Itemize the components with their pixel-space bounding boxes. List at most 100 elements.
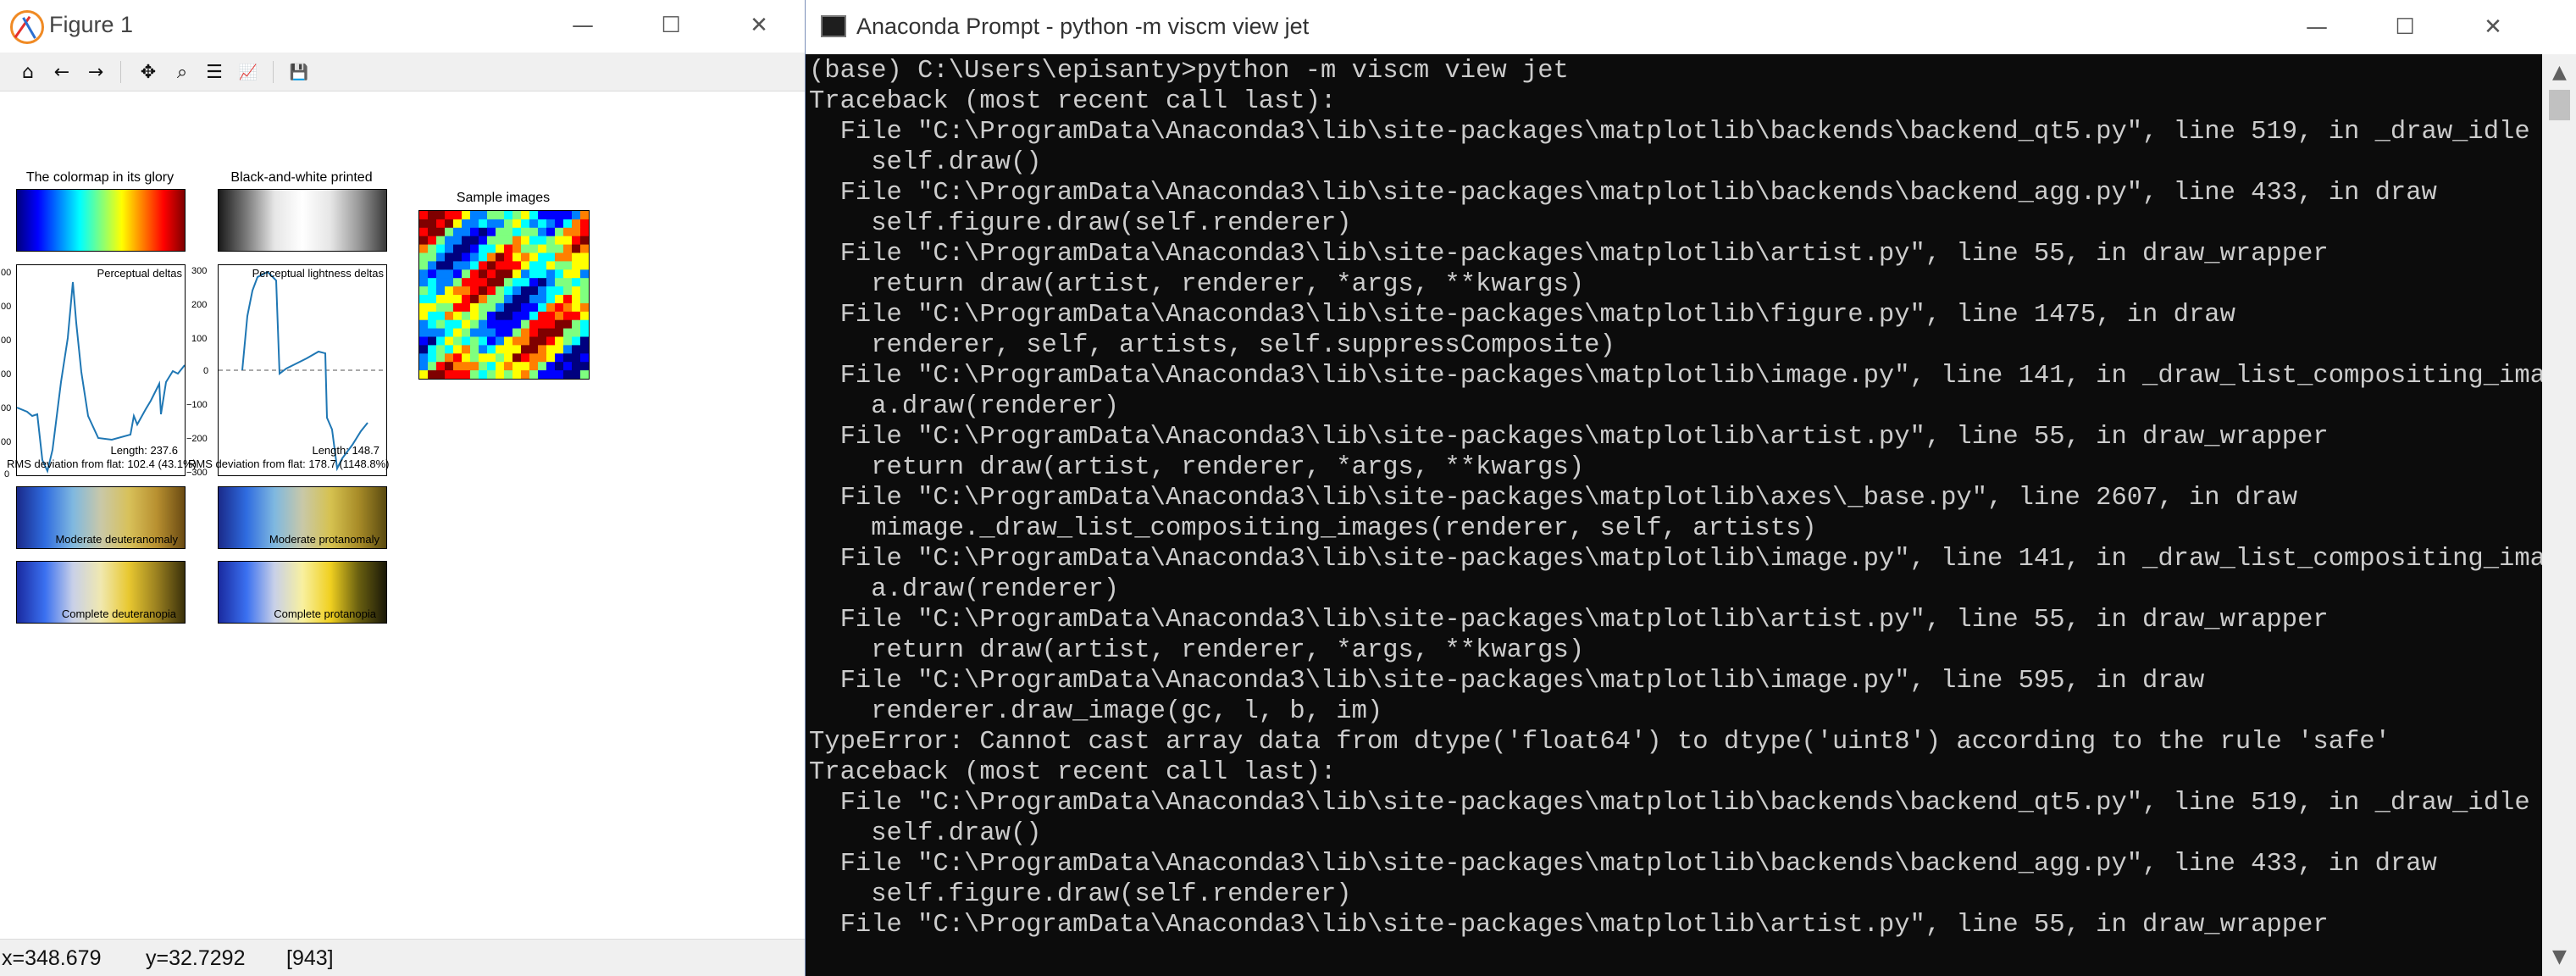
heatmap-cell: [462, 286, 471, 296]
heatmap-cell: [428, 219, 437, 229]
heatmap-cell: [462, 302, 471, 313]
heatmap-cell: [521, 252, 530, 262]
heatmap-cell: [470, 236, 479, 246]
figure-titlebar[interactable]: Figure 1 — ☐ ✕: [0, 0, 805, 53]
heatmap-cell: [479, 328, 488, 337]
heatmap-cell: [462, 295, 471, 304]
subplots-button[interactable]: ☰: [200, 58, 229, 86]
scroll-down-arrow-icon[interactable]: ▼: [2542, 940, 2576, 974]
heatmap-cell: [580, 236, 590, 246]
heatmap-cell: [521, 269, 530, 279]
move-icon: ✥: [140, 61, 157, 83]
heatmap-cell: [555, 236, 564, 246]
heatmap-cell: [538, 311, 547, 321]
heatmap-cell: [529, 286, 539, 296]
heatmap-cell: [428, 278, 437, 287]
heatmap-cell: [436, 328, 446, 337]
back-button[interactable]: ←: [47, 58, 76, 86]
heatmap-cell: [462, 345, 471, 354]
heatmap-cell: [563, 328, 573, 337]
heatmap-cell: [504, 236, 513, 246]
heatmap-cell: [445, 261, 454, 270]
heatmap-cell: [496, 227, 505, 237]
heatmap-cell: [521, 362, 530, 371]
heatmap-cell: [538, 362, 547, 371]
heatmap-cell: [479, 244, 488, 253]
heatmap-cell: [529, 269, 539, 279]
heatmap-cell: [496, 236, 505, 246]
heatmap-cell: [512, 353, 522, 363]
heatmap-cell: [512, 302, 522, 313]
heatmap-cell: [470, 311, 479, 321]
heatmap-cell: [453, 345, 463, 354]
terminal-minimize-button[interactable]: —: [2293, 8, 2341, 46]
heatmap-cell: [462, 319, 471, 330]
heatmap-cell: [445, 219, 454, 229]
heatmap-cell: [496, 278, 505, 287]
scrollbar-thumb[interactable]: [2549, 90, 2570, 120]
heatmap-cell: [546, 278, 556, 287]
heatmap-cell: [504, 211, 513, 220]
heatmap-cell: [436, 286, 446, 296]
heatmap-cell: [563, 319, 573, 330]
glory-panel-title: The colormap in its glory: [25, 170, 175, 185]
heatmap-cell: [445, 236, 454, 246]
heatmap-cell: [512, 295, 522, 304]
heatmap-cell: [572, 370, 581, 380]
heatmap-cell: [487, 269, 496, 279]
toolbar-separator: [273, 61, 274, 83]
perceptual-deltas-label: Perceptual deltas: [97, 267, 182, 280]
figure-maximize-button[interactable]: ☐: [647, 7, 695, 44]
heatmap-cell: [453, 336, 463, 346]
heatmap-cell: [512, 336, 522, 346]
terminal-scrollbar[interactable]: ▲ ▼: [2542, 54, 2576, 976]
zoom-button[interactable]: ⌕: [168, 58, 197, 86]
heatmap-cell: [512, 345, 522, 354]
heatmap-cell: [521, 295, 530, 304]
heatmap-cell: [555, 227, 564, 237]
heatmap-cell: [580, 311, 590, 321]
heatmap-cell: [453, 353, 463, 363]
terminal-titlebar[interactable]: Anaconda Prompt - python -m viscm view j…: [806, 0, 2576, 54]
heatmap-cell: [445, 353, 454, 363]
save-button[interactable]: 💾: [285, 58, 313, 86]
pan-button[interactable]: ✥: [134, 58, 163, 86]
heatmap-cell: [436, 227, 446, 237]
heatmap-cell: [462, 336, 471, 346]
heatmap-cell: [572, 211, 581, 220]
heatmap-cell: [428, 336, 437, 346]
figure-canvas[interactable]: The colormap in its glory Black-and-whit…: [0, 92, 805, 939]
heatmap-cell: [419, 261, 429, 270]
home-icon: ⌂: [22, 61, 34, 83]
figure-minimize-button[interactable]: —: [559, 7, 607, 44]
terminal-line: File "C:\ProgramData\Anaconda3\lib\site-…: [809, 362, 2542, 391]
heatmap-cell: [445, 302, 454, 313]
heatmap-cell: [529, 302, 539, 313]
terminal-output[interactable]: (base) C:\Users\episanty>python -m viscm…: [806, 54, 2542, 976]
heatmap-cell: [445, 278, 454, 287]
terminal-close-button[interactable]: ✕: [2469, 8, 2517, 46]
complete-protanopia-label: Complete protanopia: [274, 607, 376, 620]
forward-button[interactable]: →: [81, 58, 110, 86]
heatmap-cell: [487, 328, 496, 337]
heatmap-cell: [487, 278, 496, 287]
scroll-up-arrow-icon[interactable]: ▲: [2542, 56, 2576, 90]
terminal-line: File "C:\ProgramData\Anaconda3\lib\site-…: [809, 118, 2530, 147]
figure-close-button[interactable]: ✕: [735, 7, 783, 44]
heatmap-cell: [572, 286, 581, 296]
terminal-line: File "C:\ProgramData\Anaconda3\lib\site-…: [809, 911, 2329, 940]
heatmap-cell: [538, 370, 547, 380]
heatmap-cell: [555, 362, 564, 371]
heatmap-cell: [555, 328, 564, 337]
edit-axes-button[interactable]: 📈: [234, 58, 263, 86]
terminal-maximize-button[interactable]: ☐: [2381, 8, 2429, 46]
home-button[interactable]: ⌂: [14, 58, 42, 86]
heatmap-cell: [538, 244, 547, 253]
terminal-line: mimage._draw_list_compositing_images(ren…: [809, 514, 1817, 543]
heatmap-cell: [436, 295, 446, 304]
heatmap-cell: [462, 227, 471, 237]
heatmap-cell: [538, 219, 547, 229]
heatmap-cell: [555, 269, 564, 279]
heatmap-cell: [538, 252, 547, 262]
heatmap-cell: [546, 353, 556, 363]
